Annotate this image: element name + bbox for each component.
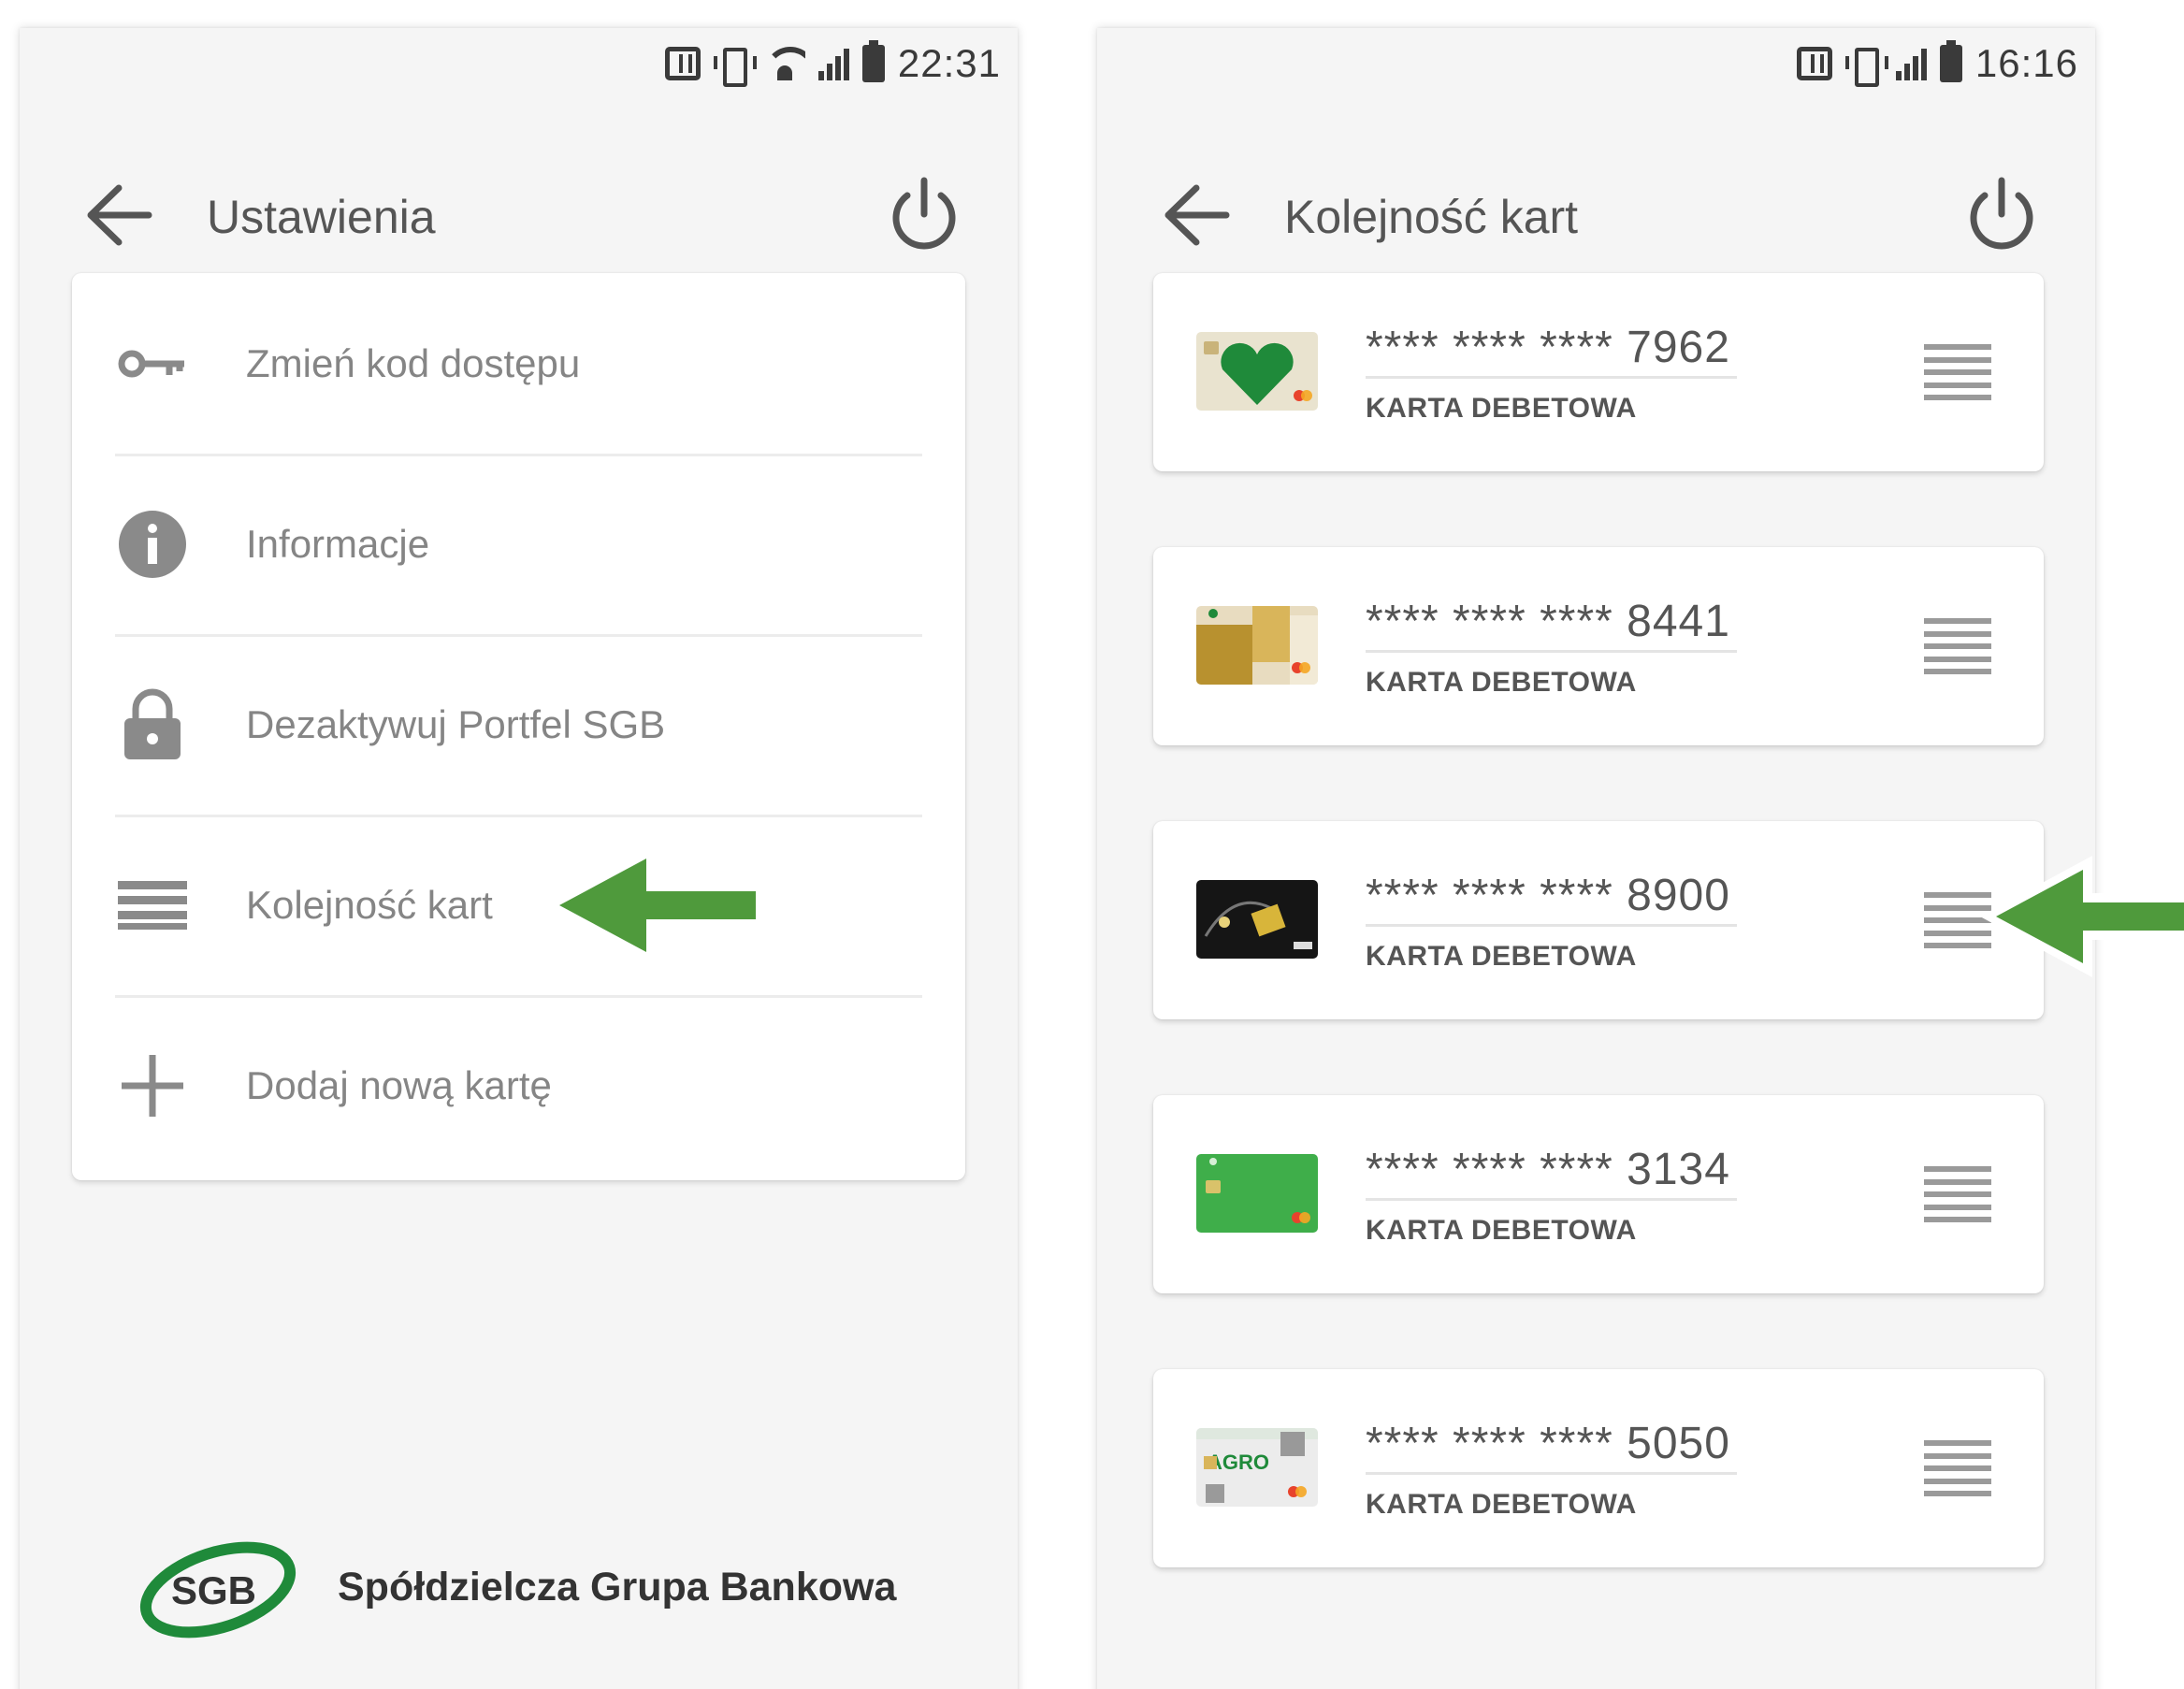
nfc-icon	[664, 47, 701, 80]
menu-item-card-order[interactable]: Kolejność kart	[72, 815, 965, 995]
card-list-item[interactable]: **** **** **** 8441 KARTA DEBETOWA	[1153, 547, 2044, 745]
key-icon	[115, 326, 190, 401]
menu-item-information[interactable]: Informacje	[72, 454, 965, 634]
lock-icon	[115, 687, 190, 762]
nfc-icon	[1796, 47, 1832, 80]
sgb-logo: SGB Spółdzielcza Grupa Bankowa	[132, 1524, 936, 1655]
menu-item-label: Kolejność kart	[246, 882, 493, 927]
vibrate-icon	[713, 48, 757, 87]
signal-icon	[817, 47, 849, 80]
power-icon[interactable]	[1964, 175, 2039, 253]
card-type: KARTA DEBETOWA	[1366, 941, 1637, 972]
agro-card-image: AGRO	[1196, 1428, 1318, 1507]
green-arrow-annotation	[1980, 856, 2184, 977]
battery-icon	[1939, 40, 1962, 82]
back-arrow-icon[interactable]	[81, 182, 152, 248]
power-icon[interactable]	[887, 175, 962, 253]
status-bar: 16:16	[1796, 40, 2078, 87]
card-list-item[interactable]: **** **** **** 8900 KARTA DEBETOWA	[1153, 821, 2044, 1019]
card-type: KARTA DEBETOWA	[1366, 393, 1637, 424]
status-time: 16:16	[1974, 41, 2078, 85]
back-arrow-icon[interactable]	[1159, 182, 1230, 248]
card-list-item[interactable]: **** **** **** 3134 KARTA DEBETOWA	[1153, 1095, 2044, 1293]
drag-handle-icon[interactable]	[1924, 618, 1991, 674]
divider	[1366, 1472, 1737, 1475]
sgb-logo-mark: SGB	[139, 1541, 297, 1638]
app-bar: Ustawienia	[20, 164, 1018, 267]
page-title: Ustawienia	[207, 191, 436, 243]
divider	[1366, 924, 1737, 927]
green-arrow-annotation	[543, 844, 768, 966]
menu-item-label: Informacje	[246, 521, 430, 566]
card-order-screen: 16:16 Kolejność kart **** **** **** 7962…	[1097, 28, 2095, 1689]
heart-card-image	[1196, 332, 1318, 411]
black-visa-card-image	[1196, 880, 1318, 959]
card-type: KARTA DEBETOWA	[1366, 1215, 1637, 1246]
bank-name: Spółdzielcza Grupa Bankowa	[338, 1565, 897, 1610]
menu-item-label: Zmień kod dostępu	[246, 340, 581, 385]
card-list-item[interactable]: AGRO **** **** **** 5050 KARTA DEBETOWA	[1153, 1369, 2044, 1567]
vibrate-icon	[1844, 48, 1888, 87]
status-bar: 22:31	[664, 40, 1001, 87]
svg-text:SGB: SGB	[171, 1568, 256, 1612]
signal-icon	[1895, 47, 1927, 80]
divider	[1366, 376, 1737, 379]
drag-handle-icon[interactable]	[1924, 1166, 1991, 1222]
drag-handle-icon[interactable]	[1924, 1440, 1991, 1496]
menu-item-deactivate-wallet[interactable]: Dezaktywuj Portfel SGB	[72, 634, 965, 815]
wifi-icon	[763, 47, 805, 80]
info-icon	[115, 507, 190, 582]
drag-handle-icon[interactable]	[1924, 344, 1991, 400]
card-number: **** **** **** 5050	[1366, 1419, 1730, 1468]
card-number: **** **** **** 8441	[1366, 597, 1730, 646]
divider	[1366, 1198, 1737, 1201]
menu-item-label: Dodaj nową kartę	[246, 1062, 552, 1107]
menu-item-add-card[interactable]: Dodaj nową kartę	[72, 995, 965, 1176]
status-time: 22:31	[897, 41, 1001, 85]
battery-icon	[861, 40, 885, 82]
app-bar: Kolejność kart	[1097, 164, 2095, 267]
menu-item-label: Dezaktywuj Portfel SGB	[246, 701, 666, 746]
menu-item-change-code[interactable]: Zmień kod dostępu	[72, 273, 965, 454]
settings-screen: 22:31 Ustawienia Zmień kod dostępu Infor…	[20, 28, 1018, 1689]
card-number: **** **** **** 7962	[1366, 323, 1730, 372]
card-type: KARTA DEBETOWA	[1366, 667, 1637, 698]
menu-lines-icon	[115, 868, 190, 943]
gold-card-image	[1196, 606, 1318, 685]
card-number: **** **** **** 8900	[1366, 871, 1730, 920]
divider	[1366, 650, 1737, 653]
card-type: KARTA DEBETOWA	[1366, 1489, 1637, 1520]
green-card-image	[1196, 1154, 1318, 1233]
settings-menu: Zmień kod dostępu Informacje Dezaktywuj …	[72, 273, 965, 1180]
plus-icon	[115, 1048, 190, 1123]
page-title: Kolejność kart	[1284, 191, 1579, 243]
card-list-item[interactable]: **** **** **** 7962 KARTA DEBETOWA	[1153, 273, 2044, 471]
card-number: **** **** **** 3134	[1366, 1145, 1730, 1194]
